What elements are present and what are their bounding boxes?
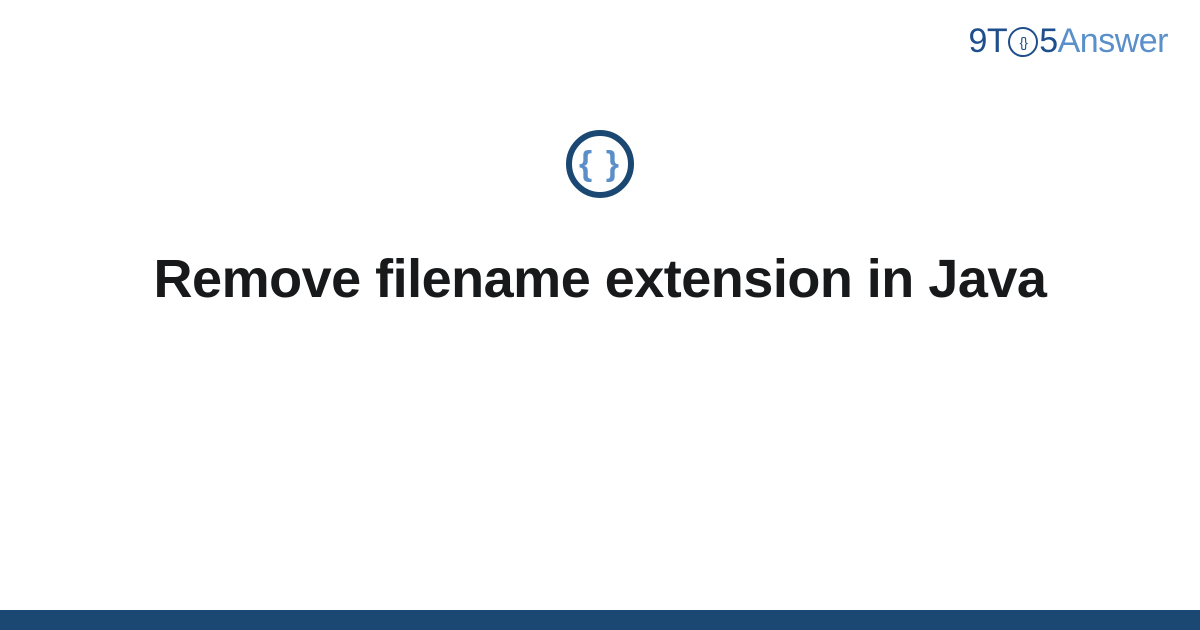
main-content: { } Remove filename extension in Java xyxy=(0,130,1200,314)
logo-clock-icon: {} xyxy=(1008,27,1038,57)
logo-text-5: 5 xyxy=(1039,22,1057,61)
site-logo: 9T {} 5 Answer xyxy=(969,22,1168,61)
page-title: Remove filename extension in Java xyxy=(154,246,1047,314)
code-braces-icon: { } xyxy=(566,130,634,198)
logo-text-9t: 9T xyxy=(969,22,1008,61)
logo-text-answer: Answer xyxy=(1058,22,1168,61)
logo-clock-inner: {} xyxy=(1020,34,1027,50)
braces-glyph: { } xyxy=(579,145,621,184)
bottom-accent-bar xyxy=(0,610,1200,630)
